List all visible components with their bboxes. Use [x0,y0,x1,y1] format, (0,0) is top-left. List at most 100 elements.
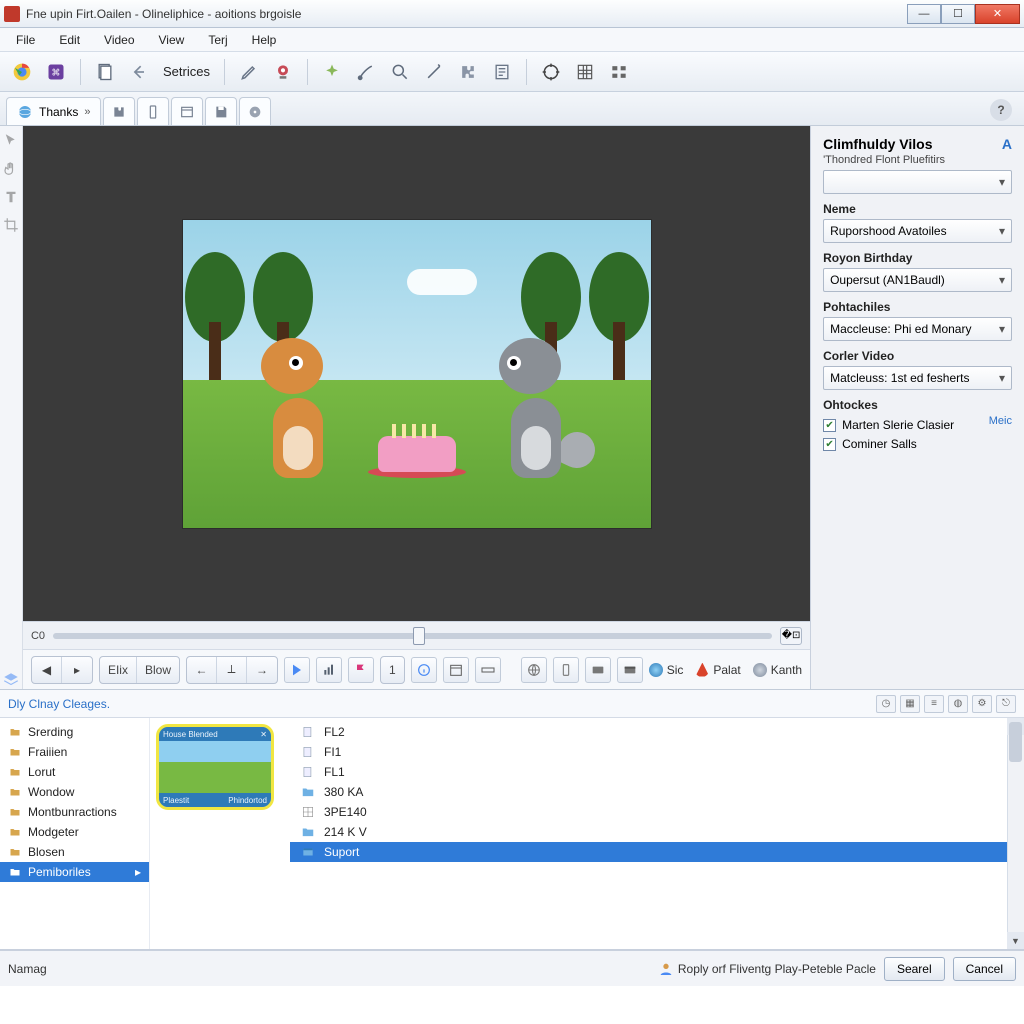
check-cominer[interactable]: ✔Cominer Salls [823,437,1012,451]
tab-extension[interactable] [103,97,135,125]
maximize-button[interactable]: ☐ [941,4,975,24]
tab-thanks[interactable]: Thanks » [6,97,101,125]
purple-app-icon[interactable]: ⌘ [42,58,70,86]
info-icon[interactable] [411,657,437,683]
globe2-icon[interactable] [521,657,547,683]
folder-row[interactable]: Lorut [0,762,149,782]
hdr-gear-icon[interactable]: ⚙ [972,695,992,713]
hdr-list-icon[interactable]: ≡ [924,695,944,713]
file-row[interactable]: Suport [290,842,1024,862]
card-icon[interactable] [585,657,611,683]
slider-thumb[interactable] [413,627,425,645]
marker-icon[interactable] [284,657,310,683]
text-icon[interactable] [2,188,20,206]
selected-thumbnail[interactable]: House Blended✕ PlaestitPhindortod [156,724,274,810]
folder-row[interactable]: Montbunractions [0,802,149,822]
wand-icon[interactable] [420,58,448,86]
preview-canvas[interactable] [23,126,810,621]
file-row[interactable]: FL1 [290,762,1024,782]
pencil-icon[interactable] [235,58,263,86]
file-row[interactable]: 214 K V [290,822,1024,842]
chart-icon[interactable] [316,657,342,683]
zoom-icon[interactable] [386,58,414,86]
tab-phone[interactable] [137,97,169,125]
scroll-thumb[interactable] [1009,722,1022,762]
link-sic[interactable]: Sic [649,663,684,677]
settings-label[interactable]: Setrices [159,64,214,79]
slider-end-icon[interactable]: �⊡ [780,627,802,645]
menu-help[interactable]: Help [242,31,287,49]
name-select[interactable]: Ruporshood Avatoiles [823,219,1012,243]
minimize-button[interactable]: — [907,4,941,24]
check-marten[interactable]: ✔Marten Slerie Clasier [823,418,989,432]
back-arrow-icon[interactable] [125,58,153,86]
document-icon[interactable] [91,58,119,86]
calendar-icon[interactable] [443,657,469,683]
pointer-icon[interactable] [2,132,20,150]
flag-icon[interactable] [348,657,374,683]
menu-view[interactable]: View [149,31,195,49]
close-button[interactable]: ✕ [975,4,1020,24]
thumbnails-icon[interactable] [605,58,633,86]
webcam-icon[interactable] [269,58,297,86]
hdr-globe-icon[interactable]: ◍ [948,695,968,713]
panel-search-select[interactable] [823,170,1012,194]
folder-row[interactable]: Modgeter [0,822,149,842]
menu-file[interactable]: File [6,31,45,49]
cancel-button[interactable]: Cancel [953,957,1016,981]
tab-window[interactable] [171,97,203,125]
step-back-button[interactable]: ← [187,657,217,683]
sparkle-icon[interactable] [318,58,346,86]
file-row[interactable]: 3PE140 [290,802,1024,822]
hdr-grid-icon[interactable]: ▦ [900,695,920,713]
elix-button[interactable]: EIix [100,657,137,683]
step-up-button[interactable]: ⟂ [217,657,247,683]
folder-row[interactable]: Wondow [0,782,149,802]
tab-disc[interactable] [239,97,271,125]
menu-terj[interactable]: Terj [198,31,237,49]
oht-more-link[interactable]: Meic [989,415,1012,427]
scroll-down-icon[interactable]: ▼ [1007,932,1024,949]
file-row[interactable]: FL2 [290,722,1024,742]
file-row[interactable]: 380 KA [290,782,1024,802]
font-a-icon[interactable]: A [1002,136,1012,152]
hdr-pin-icon[interactable]: ⎋ [996,695,1016,713]
browser-scrollbar[interactable]: ▲ ▼ [1007,718,1024,949]
help-icon[interactable]: ? [990,99,1012,121]
target-icon[interactable] [537,58,565,86]
ruler-icon[interactable] [475,657,501,683]
corler-select[interactable]: Matcleuss: 1st ed fesherts [823,366,1012,390]
tab-save[interactable] [205,97,237,125]
folder-row[interactable]: Fraiiien [0,742,149,762]
play-button[interactable]: ▸ [62,657,92,683]
folder-row[interactable]: Blosen [0,842,149,862]
tab-close-icon[interactable]: » [84,106,90,118]
royon-select[interactable]: Oupersut (AN1Baudl) [823,268,1012,292]
blow-button[interactable]: Blow [137,657,179,683]
timeline-slider[interactable] [53,633,772,639]
brush-icon[interactable] [352,58,380,86]
link-kanth[interactable]: Kanth [753,663,802,677]
file-row[interactable]: FI1 [290,742,1024,762]
frame-counter[interactable]: 1 [381,657,404,683]
hdr-clock-icon[interactable]: ◷ [876,695,896,713]
device-icon[interactable] [553,657,579,683]
search-button[interactable]: Searel [884,957,945,981]
menu-edit[interactable]: Edit [49,31,90,49]
folder-row[interactable]: Srerding [0,722,149,742]
pol-select[interactable]: Maccleuse: Phi ed Monary [823,317,1012,341]
link-palat[interactable]: Palat [695,663,740,677]
prev-button[interactable]: ◀ [32,657,62,683]
step-fwd-button[interactable]: → [247,657,277,683]
folder-row[interactable]: Pemiboriles▸ [0,862,149,882]
note-icon[interactable] [488,58,516,86]
browser-crumb[interactable]: Dly Clnay Cleages. [8,697,110,711]
card2-icon[interactable] [617,657,643,683]
menu-video[interactable]: Video [94,31,144,49]
grid-icon[interactable] [571,58,599,86]
puzzle-icon[interactable] [454,58,482,86]
hand-icon[interactable] [2,160,20,178]
crop-icon[interactable] [2,216,20,234]
chrome-icon[interactable] [8,58,36,86]
layers-icon[interactable] [2,671,20,689]
